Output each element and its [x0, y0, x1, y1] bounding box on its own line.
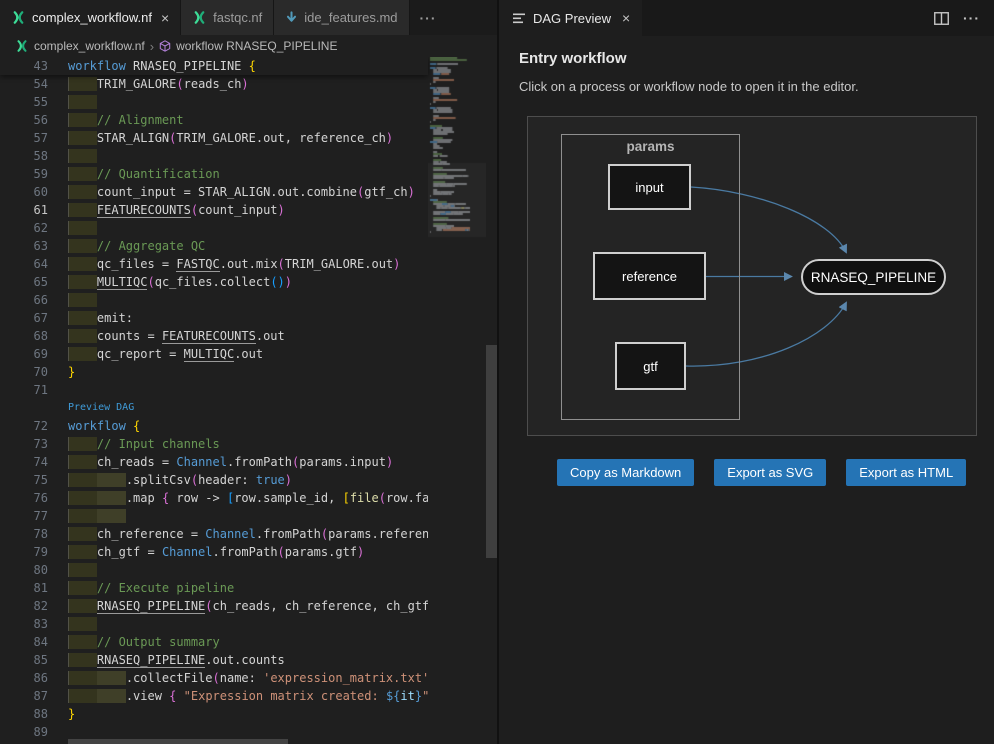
code-line: 54 TRIM_GALORE(reads_ch): [0, 75, 428, 93]
panel-subtitle: Click on a process or workflow node to o…: [519, 79, 974, 94]
minimap[interactable]: [428, 57, 486, 744]
code-line: 68 counts = FEATURECOUNTS.out: [0, 327, 428, 345]
nextflow-icon: [15, 39, 29, 53]
symbol-cube-icon: [159, 40, 171, 52]
dag-preview-panel: DAG Preview × ··· Entry workflow Click o…: [497, 0, 994, 744]
tab-complex-workflow[interactable]: complex_workflow.nf ×: [0, 0, 181, 35]
vscode-window: complex_workflow.nf × fastqc.nf: [0, 0, 994, 744]
preview-list-icon: [513, 13, 526, 24]
code-line[interactable]: 43workflow RNASEQ_PIPELINE {: [0, 57, 428, 75]
panel-title: Entry workflow: [519, 50, 974, 67]
vertical-scrollbar[interactable]: [486, 57, 497, 744]
code-line: 82 RNASEQ_PIPELINE(ch_reads, ch_referenc…: [0, 597, 428, 615]
code-lines[interactable]: 54 TRIM_GALORE(reads_ch)55 56 // Alignme…: [0, 75, 428, 741]
code-line: 65 MULTIQC(qc_files.collect()): [0, 273, 428, 291]
dag-node-reference[interactable]: reference: [593, 252, 706, 300]
code-line: 74 ch_reads = Channel.fromPath(params.in…: [0, 453, 428, 471]
horizontal-scrollbar-thumb[interactable]: [68, 739, 288, 744]
codelens-preview-dag[interactable]: Preview DAG: [68, 402, 134, 413]
tab-label: ide_features.md: [304, 10, 397, 25]
code-editor[interactable]: 43workflow RNASEQ_PIPELINE { 54 TRIM_GAL…: [0, 57, 497, 744]
breadcrumb-symbol[interactable]: workflow RNASEQ_PIPELINE: [176, 39, 337, 53]
copy-as-markdown-button[interactable]: Copy as Markdown: [557, 459, 694, 486]
markdown-icon: [285, 11, 298, 24]
export-as-svg-button[interactable]: Export as SVG: [714, 459, 826, 486]
code-line: 77: [0, 507, 428, 525]
code-line: 63 // Aggregate QC: [0, 237, 428, 255]
code-line: 75 .splitCsv(header: true): [0, 471, 428, 489]
horizontal-scrollbar[interactable]: [68, 739, 428, 744]
code-line: 60 count_input = STAR_ALIGN.out.combine(…: [0, 183, 428, 201]
dag-diagram: params input reference gtf RNASEQ_PIPELI…: [527, 116, 977, 436]
code-line: 64 qc_files = FASTQC.out.mix(TRIM_GALORE…: [0, 255, 428, 273]
code-line: 72workflow {: [0, 417, 428, 435]
panel-body: Entry workflow Click on a process or wor…: [499, 36, 994, 744]
code-line: 69 qc_report = MULTIQC.out: [0, 345, 428, 363]
code-line: 78 ch_reference = Channel.fromPath(param…: [0, 525, 428, 543]
code-line: 86 .collectFile(name: 'expression_matrix…: [0, 669, 428, 687]
panel-close-icon[interactable]: ×: [622, 10, 630, 26]
chevron-right-icon: ›: [150, 39, 154, 54]
panel-more-icon[interactable]: ···: [963, 10, 980, 26]
code-line: 62: [0, 219, 428, 237]
tab-close-icon[interactable]: ×: [161, 11, 169, 25]
nextflow-icon: [11, 10, 26, 25]
tab-label: fastqc.nf: [213, 10, 262, 25]
code-line: 71: [0, 381, 428, 399]
export-buttons: Copy as Markdown Export as SVG Export as…: [557, 459, 974, 486]
code-line: 67 emit:: [0, 309, 428, 327]
dag-node-input[interactable]: input: [608, 164, 691, 210]
breadcrumb-file[interactable]: complex_workflow.nf: [34, 39, 145, 53]
code-line: 66: [0, 291, 428, 309]
panel-actions: ···: [934, 0, 994, 36]
tab-label: complex_workflow.nf: [32, 10, 152, 25]
editor-pane: complex_workflow.nf × fastqc.nf: [0, 0, 497, 744]
code-line: 79 ch_gtf = Channel.fromPath(params.gtf): [0, 543, 428, 561]
tab-fastqc[interactable]: fastqc.nf: [181, 0, 274, 35]
panel-header: DAG Preview × ···: [499, 0, 994, 36]
editor-tabbar: complex_workflow.nf × fastqc.nf: [0, 0, 497, 35]
export-as-html-button[interactable]: Export as HTML: [846, 459, 966, 486]
code-line: 59 // Quantification: [0, 165, 428, 183]
code-line: 81 // Execute pipeline: [0, 579, 428, 597]
code-line: 56 // Alignment: [0, 111, 428, 129]
code-line: 87 .view { "Expression matrix created: $…: [0, 687, 428, 705]
code-line: 55: [0, 93, 428, 111]
code-line: 61 FEATURECOUNTS(count_input): [0, 201, 428, 219]
code-line: 84 // Output summary: [0, 633, 428, 651]
code-line: 76 .map { row -> [row.sample_id, [file(r…: [0, 489, 428, 507]
code-line: 83: [0, 615, 428, 633]
code-line: 80: [0, 561, 428, 579]
tab-overflow-button[interactable]: ···: [410, 0, 447, 35]
code-line: 57 STAR_ALIGN(TRIM_GALORE.out, reference…: [0, 129, 428, 147]
code-line: 88}: [0, 705, 428, 723]
code-line: 73 // Input channels: [0, 435, 428, 453]
code-line: 70}: [0, 363, 428, 381]
dag-group-label: params: [562, 139, 739, 154]
tab-ide-features[interactable]: ide_features.md: [274, 0, 409, 35]
split-editor-icon[interactable]: [934, 12, 949, 25]
tab-dag-preview[interactable]: DAG Preview ×: [499, 0, 642, 36]
vertical-scrollbar-thumb[interactable]: [486, 345, 497, 558]
code-line: 85 RNASEQ_PIPELINE.out.counts: [0, 651, 428, 669]
nextflow-icon: [192, 10, 207, 25]
panel-tab-label: DAG Preview: [533, 11, 611, 26]
dag-node-gtf[interactable]: gtf: [615, 342, 686, 390]
dag-node-rnaseq-pipeline[interactable]: RNASEQ_PIPELINE: [801, 259, 946, 295]
breadcrumb: complex_workflow.nf › workflow RNASEQ_PI…: [0, 35, 497, 57]
code-line: 58: [0, 147, 428, 165]
